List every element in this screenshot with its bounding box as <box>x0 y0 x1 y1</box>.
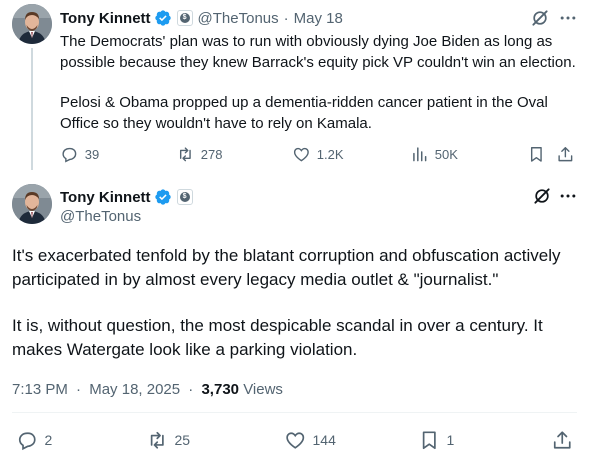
like-button[interactable]: 144 <box>284 428 336 452</box>
author-avatar[interactable] <box>12 4 52 44</box>
bookmark-button[interactable]: 1 <box>418 428 454 452</box>
more-icon[interactable] <box>558 8 578 28</box>
reply-icon <box>62 147 77 163</box>
repost-icon <box>150 431 164 449</box>
separator-dot: · <box>76 381 82 398</box>
bookmark-count: 1 <box>446 432 455 448</box>
tweet-date[interactable]: May 18 <box>294 10 343 27</box>
views-icon <box>413 147 427 161</box>
views-count: 3,730 <box>201 381 240 398</box>
verified-icon <box>154 188 172 206</box>
like-icon <box>286 432 305 449</box>
share-button[interactable] <box>551 428 574 452</box>
tweet-paragraph: The Democrats' plan was to run with obvi… <box>60 33 576 71</box>
affiliate-badge-icon[interactable]: $ <box>176 10 193 26</box>
reply-button[interactable]: 2 <box>16 428 52 452</box>
repost-button[interactable]: 278 <box>176 144 222 164</box>
repost-count: 25 <box>174 432 191 448</box>
views-button[interactable]: 50K <box>410 144 458 164</box>
separator-dot: · <box>188 381 194 398</box>
tweet-text: The Democrats' plan was to run with obvi… <box>60 32 580 134</box>
views-count: 50K <box>434 146 458 162</box>
author-handle[interactable]: @TheTonus <box>198 10 279 27</box>
separator-dot: · <box>283 9 289 27</box>
bookmark-icon <box>422 431 436 449</box>
like-icon <box>293 147 309 162</box>
tweet-time[interactable]: 7:13 PM <box>12 381 68 398</box>
reply-count: 39 <box>84 146 100 162</box>
tweet-text: It's exacerbated tenfold by the blatant … <box>12 244 582 361</box>
repost-count: 278 <box>200 146 223 162</box>
author-name[interactable]: Tony Kinnett <box>60 10 151 27</box>
reply-button[interactable]: 39 <box>60 144 99 164</box>
affiliate-badge-icon[interactable]: $ <box>176 189 193 205</box>
views-label: Views <box>243 381 283 398</box>
more-icon[interactable] <box>558 186 578 206</box>
like-button[interactable]: 1.2K <box>292 144 344 164</box>
share-icon <box>553 431 571 449</box>
reply-icon <box>18 432 36 450</box>
tweet-header: Tony Kinnett $ <box>60 187 198 207</box>
author-name[interactable]: Tony Kinnett <box>60 189 151 206</box>
thread-connector-line <box>31 48 33 170</box>
avatar-image <box>12 4 52 44</box>
share-icon <box>558 146 573 161</box>
tweet-full-date[interactable]: May 18, 2025 <box>89 381 180 398</box>
author-handle[interactable]: @TheTonus <box>60 207 141 227</box>
verified-icon <box>154 9 172 27</box>
repost-icon <box>179 147 191 161</box>
avatar-image <box>12 184 52 224</box>
like-count: 1.2K <box>316 146 344 162</box>
tweet-paragraph: It is, without question, the most despic… <box>12 316 543 359</box>
reply-count: 2 <box>44 432 53 448</box>
bookmark-button[interactable] <box>527 144 546 164</box>
tweet-paragraph: It's exacerbated tenfold by the blatant … <box>12 246 561 289</box>
like-count: 144 <box>312 432 336 448</box>
author-avatar[interactable] <box>12 184 52 224</box>
grok-icon[interactable] <box>532 186 552 206</box>
tweet-header: Tony Kinnett $ @TheTonus · May 18 <box>60 8 343 28</box>
tweet-paragraph: Pelosi & Obama propped up a dementia-rid… <box>60 94 548 132</box>
share-button[interactable] <box>556 144 575 164</box>
repost-button[interactable]: 25 <box>146 428 190 452</box>
grok-icon[interactable] <box>530 8 550 28</box>
tweet-metadata: 7:13 PM · May 18, 2025 · 3,730 Views <box>12 380 283 400</box>
divider <box>12 412 577 413</box>
bookmark-icon <box>530 146 542 162</box>
